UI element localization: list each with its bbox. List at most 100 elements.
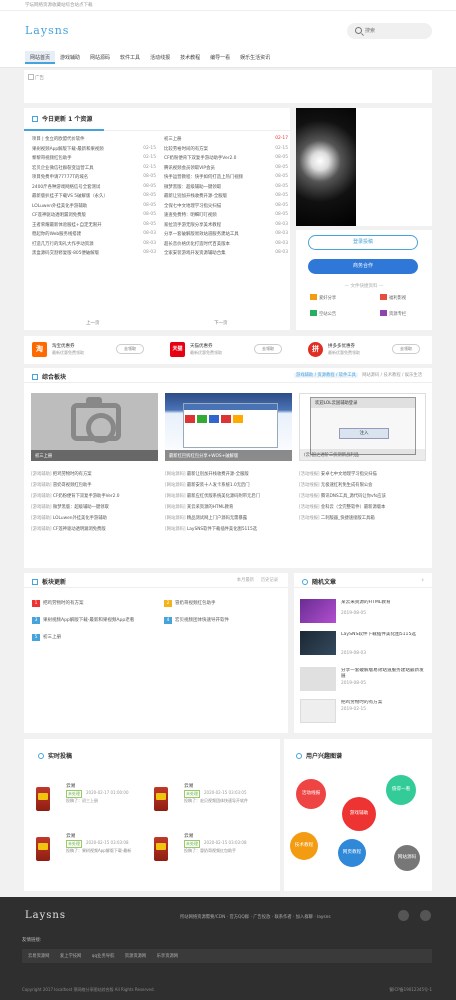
list-item[interactable]: 果树视频App解版下载-最新和果视频 02-15 xyxy=(32,145,156,155)
nav-item[interactable]: 网站首页 xyxy=(25,51,56,64)
list-item[interactable]: [游戏辅助] CF奶粉便背下双复手游助手Ver2.0 xyxy=(31,493,158,504)
article-item[interactable]: 某云采资源的HTML教育 2019-08-05 xyxy=(300,599,428,627)
list-item[interactable]: 快手运营教程：快手如何打造上热门视频 08-05 xyxy=(164,173,288,183)
chevron-right-icon[interactable]: › xyxy=(421,576,424,584)
footer-links[interactable]: 所站网络资源需要/CDN · 官方QQ群 · 广告投放 · 联系作者 · 加入群… xyxy=(180,914,331,920)
list-item[interactable]: 家拉流手游无限分享美术教程 08-03 xyxy=(164,221,288,231)
nav-item[interactable]: 技术教程 xyxy=(175,51,205,64)
search-box[interactable] xyxy=(347,23,432,39)
thumb-card[interactable]: 最新红巴拆红包分享+WOS+破解版 xyxy=(165,393,292,461)
list-item[interactable]: [游戏辅助] LOLuwen外挂美化手游辅助 xyxy=(31,515,158,526)
tag-bubble[interactable]: 技术教程 xyxy=(290,832,318,860)
tab-games[interactable]: 游戏辅助 / 资源教程 / 软件工具 xyxy=(294,373,358,378)
list-item[interactable]: CF奶粉便背下双复手游动助手Ver2.0 08-05 xyxy=(164,154,288,164)
list-item[interactable]: 最新让别加开栈收费开源-全服版 08-05 xyxy=(164,192,288,202)
quick-link[interactable]: 爱好分享 xyxy=(310,294,336,301)
submission-item[interactable]: 云易 未处理 2020-02-17 01:00:00 投稿了：初三上册 xyxy=(24,779,144,823)
tab-source[interactable]: 网站源码 / 技术教程 / 娱乐生活 xyxy=(362,373,422,378)
nav-item[interactable]: 编导一看 xyxy=(205,51,235,64)
list-item[interactable]: 初三上册 02-17 xyxy=(164,135,288,145)
list-item[interactable]: 黑盒源码交割修复版-805便破解版 08-03 xyxy=(32,249,156,259)
list-item[interactable]: 稳起你的Web服务线搭建 08-03 xyxy=(32,230,156,240)
list-item[interactable]: [游戏辅助] 冒奶哥视频红包助手 xyxy=(31,482,158,493)
article-item[interactable]: 把鸡劳物时的有方案 2019-02-15 xyxy=(300,699,428,727)
submission-item[interactable]: 云易 未处理 2020-02-15 03:03:05 投稿了：宏贝视频团体快速导开软件 xyxy=(142,779,262,823)
claim-button[interactable]: 去领取 xyxy=(254,344,282,354)
list-item[interactable]: [网站源码] 最新安装十人发卡系统1.0无后门 xyxy=(165,482,292,493)
tag-bubble[interactable]: 游戏辅助 xyxy=(342,797,376,831)
claim-button[interactable]: 去领取 xyxy=(116,344,144,354)
friend-link[interactable]: 资源资源网 xyxy=(125,954,146,959)
nav-item[interactable]: 网站源码 xyxy=(85,51,115,64)
friend-link[interactable]: 乐享资源网 xyxy=(157,954,178,959)
tag-bubble[interactable]: 网页教程 xyxy=(338,839,366,867)
wechat-icon[interactable] xyxy=(420,910,431,921)
coupon-taobao[interactable]: 淘淘宝优惠券 最新优惠免费领取 去领取 xyxy=(28,340,158,360)
list-item[interactable]: CF莲神驱动透明漏洞免费版 08-05 xyxy=(32,211,156,221)
tab-month[interactable]: 本月最新 xyxy=(237,578,254,583)
list-item[interactable]: [活动线报] 安卓七中文地理学习指尖扫描 xyxy=(299,471,426,482)
tag-bubble[interactable]: 值得一看 xyxy=(386,775,416,805)
next-page-link[interactable]: 下一页 xyxy=(214,320,228,326)
list-item[interactable]: 2400斤各种游戏网络信号全套测试 08-05 xyxy=(32,183,156,193)
list-item[interactable]: [活动线报] 无极速红利免生成有限公会 xyxy=(299,482,426,493)
list-item[interactable]: 全保七中文地理学习指尖扫描 08-05 xyxy=(164,202,288,212)
list-item[interactable]: 腾讯视频会员领取VIP会员 08-05 xyxy=(164,164,288,174)
list-item[interactable]: [网站源码] 精品测试网上门户源码无需暴露 xyxy=(165,515,292,526)
list-item[interactable]: 项目 | 金立的欧盟代价软件 xyxy=(32,135,156,145)
list-item[interactable]: 4 宏贝视频团体快速导开软件 xyxy=(164,617,229,624)
list-item[interactable]: 3 果树视频App解版下载-最新和果视频App老看 xyxy=(32,617,134,624)
quick-link[interactable]: 空站公告 xyxy=(310,310,336,317)
side-ad[interactable] xyxy=(296,108,432,226)
list-item[interactable]: 速查免费特：明细叮叮视频 08-05 xyxy=(164,211,288,221)
qq-icon[interactable] xyxy=(398,910,409,921)
nav-item[interactable]: 娱乐生活资讯 xyxy=(235,51,275,64)
list-item[interactable]: 分享一套破解版易效站道服务建站工具 08-03 xyxy=(164,230,288,240)
coupon-pinduoduo[interactable]: 拼拼多多优惠券 最新优惠免费领取 去领取 xyxy=(304,340,434,360)
list-item[interactable]: [游戏辅助] 微梦黑版：超级辅助一键领取 xyxy=(31,504,158,515)
quick-link[interactable]: 资源专栏 xyxy=(380,310,406,317)
friend-link[interactable]: 云易资源网 xyxy=(28,954,49,959)
list-item[interactable]: 微梦黑版：超级辅助一键领取 08-05 xyxy=(164,183,288,193)
article-item[interactable]: LaySNS软件下载插件美化图5115选 2019-08-03 xyxy=(300,631,428,659)
list-item[interactable]: [游戏辅助] CF莲神驱动透明漏洞免费版 xyxy=(31,526,158,537)
list-item[interactable]: 全家安装游戏开发资源辅助合集 08-03 xyxy=(164,249,288,259)
claim-button[interactable]: 去领取 xyxy=(392,344,420,354)
tag-bubble[interactable]: 活动线报 xyxy=(296,779,326,809)
submission-item[interactable]: 云易 未处理 2020-02-15 03:03:08 投稿了：果树视频App解版下载-… xyxy=(24,829,144,873)
list-item[interactable]: 项目免费申请77777T的域名 08-05 xyxy=(32,173,156,183)
list-item[interactable]: [网站源码] LaySNS软件下载插件美化图5115选 xyxy=(165,526,292,537)
list-item[interactable]: [网站源码] 最新让别加开栈收费开源-全服版 xyxy=(165,471,292,482)
friend-link[interactable]: qq业务导航 xyxy=(92,954,115,959)
banner-ad[interactable]: 广告 xyxy=(24,70,432,103)
list-item[interactable]: 2 冒奶哥视频红包助手 xyxy=(164,600,216,607)
thumb-card[interactable]: 欢迎LOL云国辅助登录 注入 (云)国之进阶三侦测新战利品 xyxy=(299,393,426,461)
signin-button[interactable]: 登录投稿 xyxy=(308,235,418,250)
coupon-tmall[interactable]: 天猫 天猫优惠券 最新优惠免费领取 去领取 xyxy=(166,340,296,360)
prev-page-link[interactable]: 上一页 xyxy=(86,320,100,326)
tag-bubble[interactable]: 网站源码 xyxy=(394,845,420,871)
list-item[interactable]: 比较劳裕时间的有方案 02-15 xyxy=(164,145,288,155)
list-item[interactable]: [活动线报] 二刺版器_快捷速接版工具箱 xyxy=(299,515,426,526)
list-item[interactable]: [游戏辅助] 把鸡劳物时的有方案 xyxy=(31,471,158,482)
icp-record[interactable]: 蜀ICP备19012345号-1 xyxy=(389,987,432,993)
list-item[interactable]: 宏贝企业微信社群裂变运营工具 02-15 xyxy=(32,164,156,174)
business-button[interactable]: 商务合作 xyxy=(308,259,418,274)
list-item[interactable]: [活动线报] 腾讯DNS工具_源代码让你vfs应该 xyxy=(299,493,426,504)
nav-item[interactable]: 活动线报 xyxy=(145,51,175,64)
list-item[interactable]: LOLuwen外挂美化手游辅助 08-05 xyxy=(32,202,156,212)
quick-link[interactable]: 福利影视 xyxy=(380,294,406,301)
list-item[interactable]: 5 初三上册 xyxy=(32,634,61,641)
list-item[interactable]: 王者荣耀最新体验服挂+自定无限开 08-05 xyxy=(32,221,156,231)
list-item[interactable]: 超长音价格优化打造时代百美版本 08-03 xyxy=(164,240,288,250)
submission-item[interactable]: 云易 未处理 2020-02-15 03:03:08 投稿了：冒奶哥视频红包助手 xyxy=(142,829,262,873)
tab-history[interactable]: 历史记录 xyxy=(261,578,278,583)
list-item[interactable]: [网站源码] 某云采资源的HTML教育 xyxy=(165,504,292,515)
list-item[interactable]: 黎黎哥视频红包助手 02-15 xyxy=(32,154,156,164)
search-input[interactable] xyxy=(365,25,425,37)
footer-logo[interactable]: Laysns xyxy=(25,910,66,921)
list-item[interactable]: [活动线报] 金科云（全完整软件）最新源版本 xyxy=(299,504,426,515)
list-item[interactable]: 最新版扒挂子下载VS 5破解版（永久） 08-05 xyxy=(32,192,156,202)
nav-item[interactable]: 游戏辅助 xyxy=(55,51,85,64)
article-item[interactable]: 分享一套破解版易效站道服务建站最新发展 2019-08-05 xyxy=(300,667,428,695)
